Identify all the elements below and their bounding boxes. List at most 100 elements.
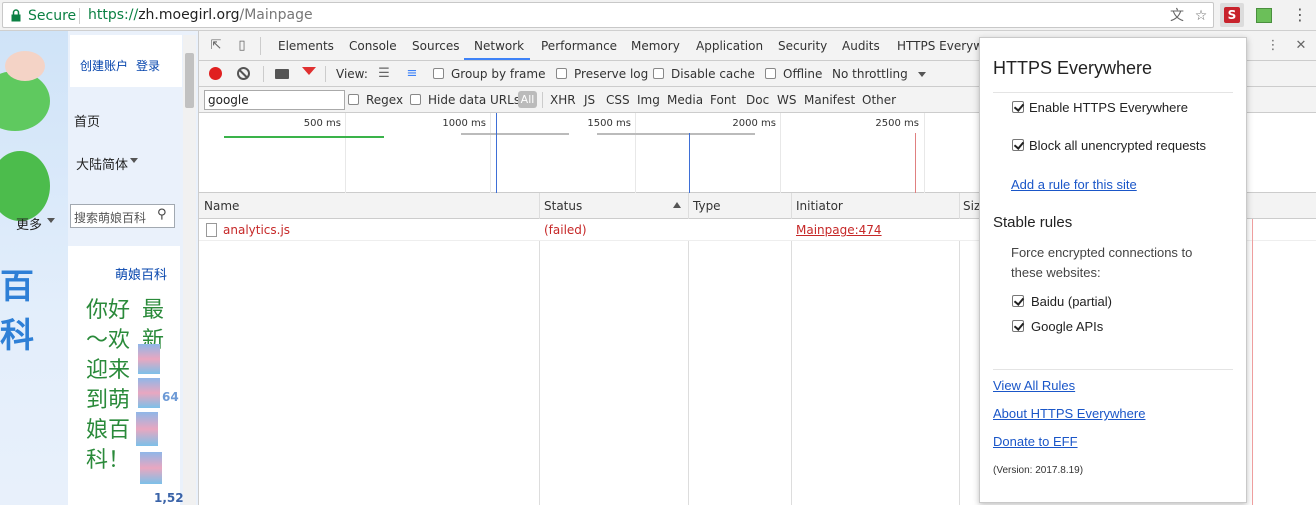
https-everywhere-extension-button[interactable]: S bbox=[1220, 3, 1244, 27]
variant-label: 大陆简体 bbox=[76, 158, 129, 173]
url-text[interactable]: https://zh.moegirl.org/Mainpage bbox=[88, 7, 313, 23]
throttling-value: No throttling bbox=[832, 67, 908, 81]
offline-checkbox[interactable] bbox=[765, 68, 776, 79]
about-link[interactable]: About HTTPS Everywhere bbox=[993, 406, 1145, 421]
tab-sources[interactable]: Sources bbox=[412, 39, 459, 53]
request-name[interactable]: analytics.js bbox=[223, 223, 290, 237]
create-account-link[interactable]: 创建账户 bbox=[80, 57, 128, 74]
filter-img[interactable]: Img bbox=[637, 93, 660, 107]
rule-checkbox-baidu[interactable] bbox=[1012, 295, 1024, 307]
tab-audits[interactable]: Audits bbox=[842, 39, 880, 53]
timeline-gridline bbox=[780, 113, 781, 193]
welcome-text: 你好～欢迎来到萌娘百科！ bbox=[86, 298, 131, 473]
search-input[interactable]: 搜索萌娘百科 ⚲ bbox=[70, 204, 175, 228]
tab-network[interactable]: Network bbox=[474, 39, 524, 53]
rule-checkbox-google-apis[interactable] bbox=[1012, 320, 1024, 332]
rule-label-baidu[interactable]: Baidu (partial) bbox=[1031, 294, 1112, 309]
block-unencrypted-checkbox[interactable] bbox=[1012, 139, 1024, 151]
large-rows-icon[interactable]: ☰ bbox=[376, 66, 392, 82]
login-link[interactable]: 登录 bbox=[136, 57, 160, 74]
filter-media[interactable]: Media bbox=[667, 93, 703, 107]
tab-application[interactable]: Application bbox=[696, 39, 763, 53]
column-type[interactable]: Type bbox=[693, 199, 721, 213]
request-status: (failed) bbox=[544, 223, 587, 237]
address-bar[interactable]: Secure https://zh.moegirl.org/Mainpage 文… bbox=[2, 2, 1214, 28]
site-logo[interactable]: 百科 bbox=[0, 259, 68, 357]
clear-icon[interactable] bbox=[237, 67, 250, 80]
tab-console[interactable]: Console bbox=[349, 39, 397, 53]
tab-security[interactable]: Security bbox=[778, 39, 827, 53]
timeline-gridline bbox=[924, 113, 925, 193]
star-icon[interactable]: ☆ bbox=[1193, 8, 1209, 24]
filter-xhr[interactable]: XHR bbox=[550, 93, 576, 107]
record-icon[interactable] bbox=[209, 67, 222, 80]
column-size[interactable]: Siz bbox=[963, 199, 980, 213]
https-everywhere-icon: S bbox=[1224, 7, 1240, 23]
secure-label[interactable]: Secure bbox=[28, 8, 76, 24]
rule-label-google-apis[interactable]: Google APIs bbox=[1031, 319, 1103, 334]
banner-art bbox=[0, 151, 50, 221]
enable-https-label[interactable]: Enable HTTPS Everywhere bbox=[1029, 100, 1188, 115]
extension-icon bbox=[1256, 8, 1272, 23]
sort-ascending-icon bbox=[673, 202, 681, 208]
chevron-down-icon bbox=[130, 158, 138, 163]
disable-cache-checkbox[interactable] bbox=[653, 68, 664, 79]
thumbnail[interactable] bbox=[136, 412, 158, 446]
extension-button[interactable] bbox=[1252, 3, 1276, 27]
waterfall-icon[interactable]: ≡ bbox=[404, 66, 420, 82]
view-label: View: bbox=[336, 67, 368, 81]
column-name[interactable]: Name bbox=[204, 199, 239, 213]
add-rule-link[interactable]: Add a rule for this site bbox=[1011, 177, 1137, 192]
divider bbox=[993, 369, 1233, 370]
timeline-gridline bbox=[490, 113, 491, 193]
url-path: /Mainpage bbox=[239, 7, 313, 23]
filter-manifest[interactable]: Manifest bbox=[804, 93, 855, 107]
main-content: 萌娘百科 你好～欢迎来到萌娘百科！ 最新 64 1,526 bbox=[68, 246, 192, 505]
preserve-log-label: Preserve log bbox=[574, 67, 649, 81]
request-initiator-link[interactable]: Mainpage:474 bbox=[796, 223, 882, 237]
filter-font[interactable]: Font bbox=[710, 93, 736, 107]
site-name-link[interactable]: 萌娘百科 bbox=[115, 264, 167, 283]
version-text: (Version: 2017.8.19) bbox=[993, 465, 1084, 476]
tab-https-everywhere[interactable]: HTTPS Everywh bbox=[897, 39, 991, 53]
thumbnail[interactable] bbox=[138, 344, 160, 374]
tab-elements[interactable]: Elements bbox=[278, 39, 334, 53]
device-toolbar-icon[interactable]: ▯ bbox=[234, 38, 250, 54]
group-by-frame-checkbox[interactable] bbox=[433, 68, 444, 79]
filter-icon[interactable] bbox=[302, 67, 316, 75]
close-icon[interactable]: ✕ bbox=[1293, 38, 1309, 54]
search-icon[interactable]: ⚲ bbox=[157, 207, 167, 222]
column-initiator[interactable]: Initiator bbox=[796, 199, 843, 213]
more-options-icon[interactable]: ⋮ bbox=[1265, 38, 1281, 54]
hide-data-urls-checkbox[interactable] bbox=[410, 94, 421, 105]
home-link[interactable]: 首页 bbox=[74, 111, 100, 130]
filter-all[interactable]: All bbox=[518, 91, 537, 108]
timeline-label: 1500 ms bbox=[587, 118, 631, 129]
regex-checkbox[interactable] bbox=[348, 94, 359, 105]
preserve-log-checkbox[interactable] bbox=[556, 68, 567, 79]
view-all-rules-link[interactable]: View All Rules bbox=[993, 378, 1075, 393]
filter-css[interactable]: CSS bbox=[606, 93, 630, 107]
donate-link[interactable]: Donate to EFF bbox=[993, 434, 1078, 449]
tab-memory[interactable]: Memory bbox=[631, 39, 680, 53]
browser-menu-icon[interactable]: ⋮ bbox=[1290, 5, 1310, 25]
divider bbox=[263, 66, 264, 82]
filter-ws[interactable]: WS bbox=[777, 93, 796, 107]
page-scrollbar[interactable] bbox=[183, 35, 196, 505]
filter-input[interactable]: google bbox=[204, 90, 345, 110]
screenshot-icon[interactable] bbox=[275, 69, 289, 79]
https-everywhere-popup: HTTPS Everywhere Enable HTTPS Everywhere… bbox=[979, 37, 1247, 503]
enable-https-checkbox[interactable] bbox=[1012, 101, 1024, 113]
filter-js[interactable]: JS bbox=[584, 93, 595, 107]
filter-other[interactable]: Other bbox=[862, 93, 896, 107]
translate-icon[interactable]: 文 bbox=[1169, 8, 1185, 24]
thumbnail[interactable] bbox=[138, 378, 160, 408]
column-status[interactable]: Status bbox=[544, 199, 582, 213]
filter-doc[interactable]: Doc bbox=[746, 93, 769, 107]
block-unencrypted-label[interactable]: Block all unencrypted requests bbox=[1029, 138, 1206, 153]
chevron-down-icon bbox=[918, 72, 926, 77]
thumbnail[interactable] bbox=[140, 452, 162, 484]
inspect-element-icon[interactable]: ⇱ bbox=[208, 38, 224, 54]
tab-performance[interactable]: Performance bbox=[541, 39, 617, 53]
scrollbar-thumb[interactable] bbox=[185, 53, 194, 108]
